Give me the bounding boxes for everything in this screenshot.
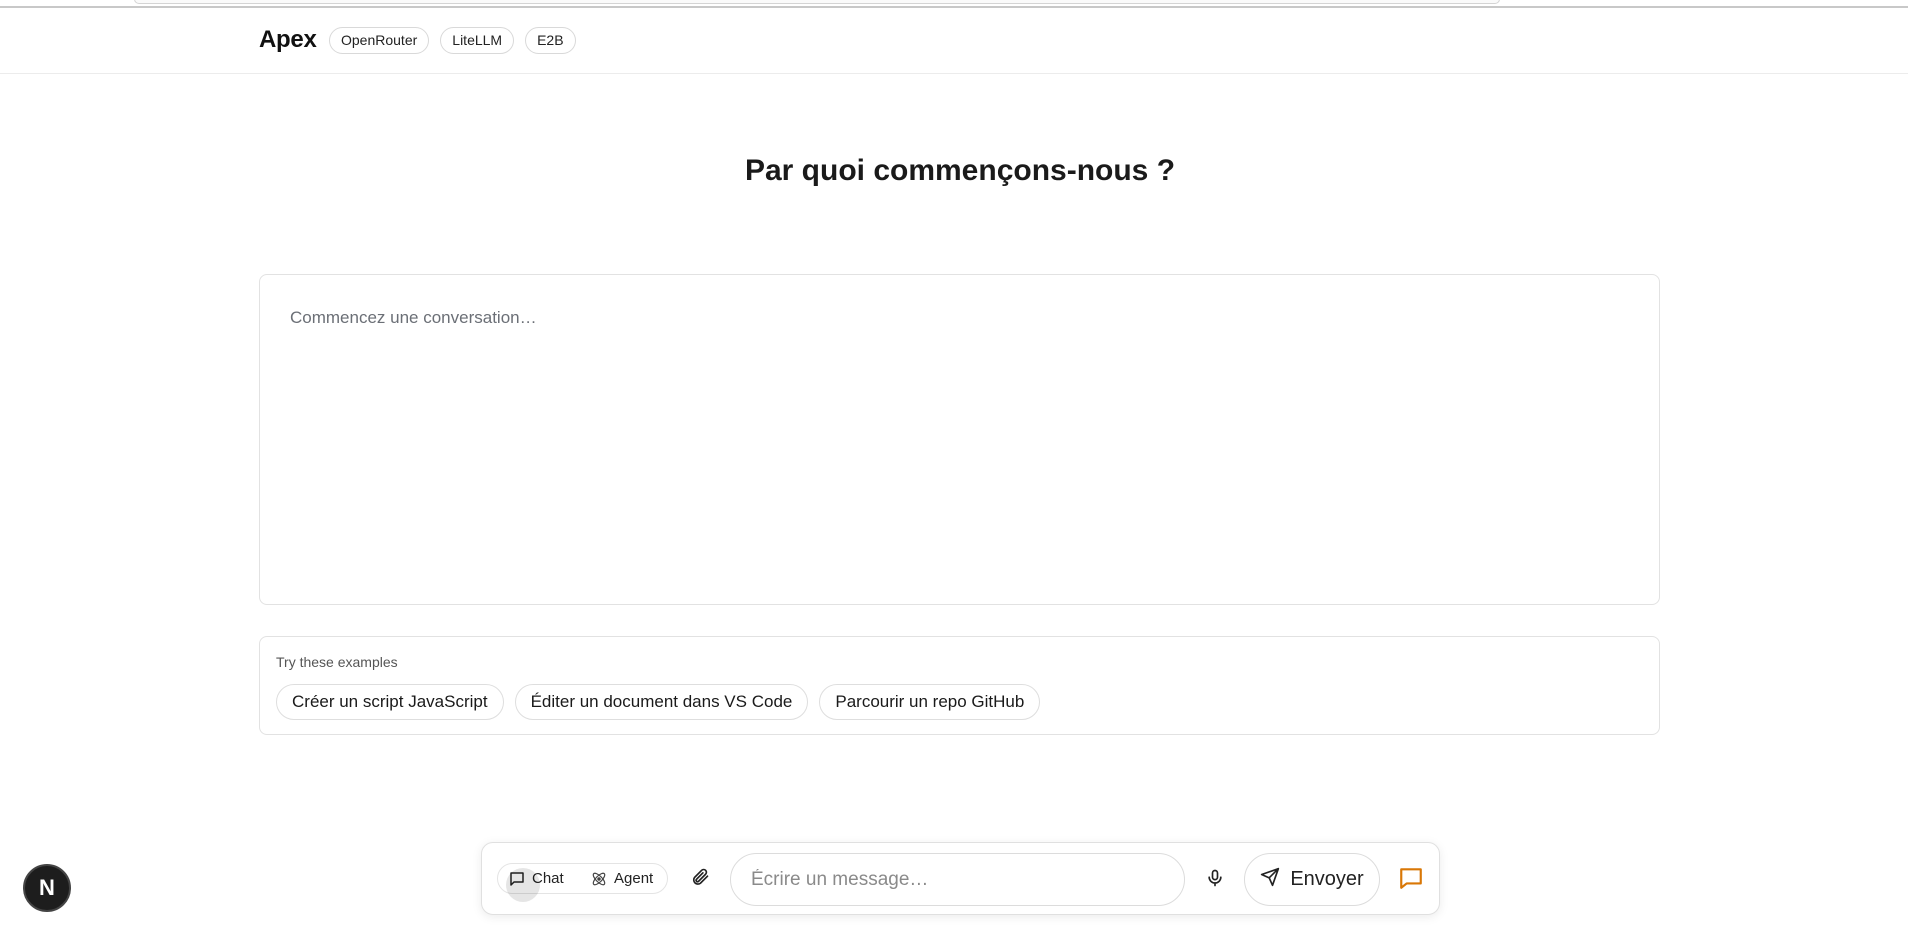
example-chip-github[interactable]: Parcourir un repo GitHub: [819, 684, 1041, 720]
chat-bubble-icon: [1398, 865, 1424, 896]
message-input[interactable]: [730, 853, 1185, 906]
page-title: Par quoi commençons-nous ?: [744, 154, 1176, 187]
paperclip-icon: [690, 867, 710, 892]
example-chips: Créer un script JavaScript Éditer un doc…: [276, 684, 1041, 720]
message-bar: Chat Agent Envoyer: [481, 842, 1440, 915]
address-bar-edge: [134, 0, 1500, 4]
nextjs-dev-badge[interactable]: N: [23, 864, 71, 912]
badge-e2b: E2B: [525, 27, 576, 54]
atom-icon: [590, 870, 608, 888]
mode-toggle: Chat Agent: [497, 863, 668, 902]
conversation-textarea[interactable]: [290, 308, 1610, 568]
send-icon: [1260, 867, 1280, 893]
badge-litellm: LiteLLM: [440, 27, 515, 54]
chat-bubble-button[interactable]: [1396, 865, 1426, 895]
provider-badges: OpenRouter LiteLLM E2B: [329, 27, 576, 54]
microphone-icon: [1205, 868, 1225, 893]
examples-panel: Try these examples Créer un script JavaS…: [259, 636, 1660, 735]
attach-button[interactable]: [686, 865, 714, 893]
mode-agent-label: Agent: [614, 870, 654, 887]
brand-logo[interactable]: Apex: [259, 26, 317, 54]
send-label: Envoyer: [1290, 868, 1364, 890]
badge-openrouter: OpenRouter: [329, 27, 430, 54]
browser-top-strip: [0, 0, 1908, 8]
examples-title: Try these examples: [276, 654, 398, 670]
microphone-button[interactable]: [1200, 865, 1230, 895]
conversation-composer: [259, 274, 1660, 605]
mode-chat-button[interactable]: Chat: [498, 864, 580, 902]
top-header: Apex OpenRouter LiteLLM E2B: [0, 8, 1908, 74]
send-button[interactable]: Envoyer: [1244, 853, 1380, 906]
mode-agent-button[interactable]: Agent: [580, 864, 663, 893]
nextjs-logo-letter: N: [39, 875, 55, 900]
example-chip-vscode[interactable]: Éditer un document dans VS Code: [514, 684, 809, 720]
example-chip-javascript[interactable]: Créer un script JavaScript: [276, 684, 504, 720]
focus-indicator: [506, 868, 540, 902]
